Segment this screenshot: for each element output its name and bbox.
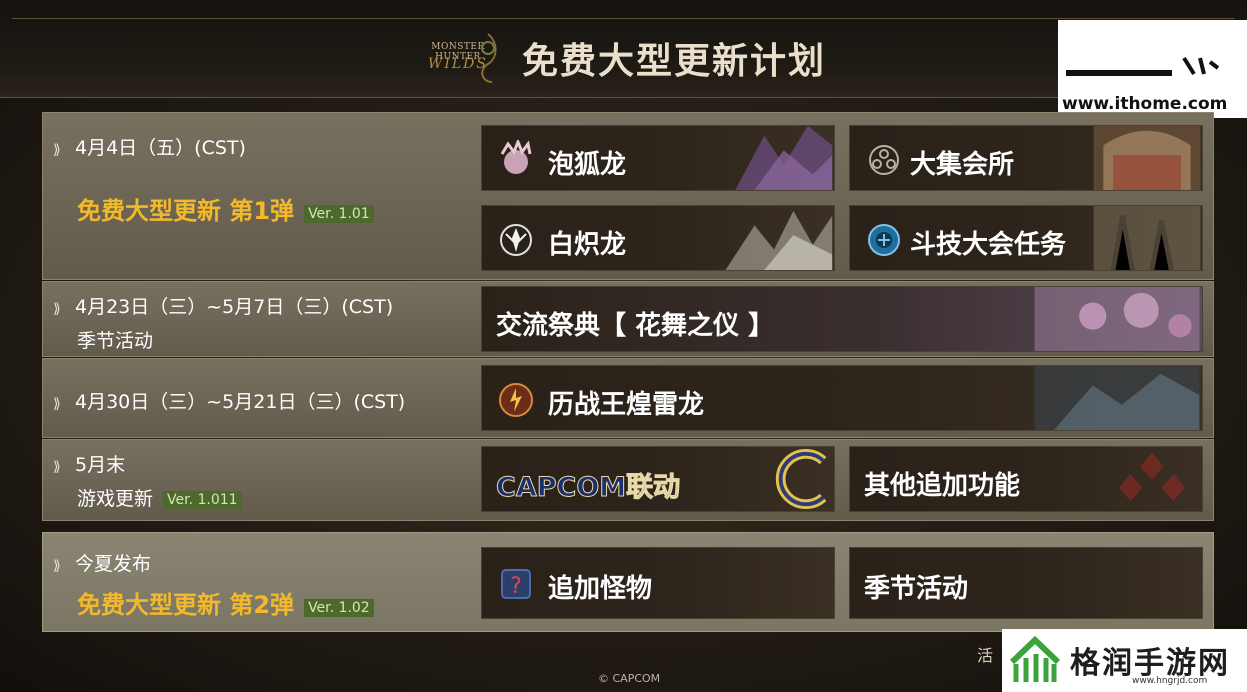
card-festival[interactable]: 交流祭典【 花舞之仪 】 (481, 286, 1203, 352)
version-badge: Ver. 1.02 (304, 598, 374, 617)
footer-note: 活 (977, 646, 994, 665)
watermark-url: www.ithome.com (1062, 94, 1228, 114)
card-seasonal-event[interactable]: 季节活动 (849, 547, 1203, 619)
monster-crest-icon (500, 140, 532, 174)
thunder-crest-icon (499, 383, 533, 417)
row-arrow-icon: ⟫ (53, 558, 61, 574)
card-baichilong[interactable]: 白炽龙 (481, 205, 835, 271)
card-additional-monster[interactable]: ? 追加怪物 (481, 547, 835, 619)
card-label: 其他追加功能 (864, 471, 1021, 501)
card-label: 季节活动 (864, 574, 969, 604)
date-text: 4月4日（五）(CST) (75, 137, 246, 159)
hub-emblem-icon (869, 145, 899, 175)
logo-emblem-icon (481, 33, 497, 83)
card-label: 白炽龙 (548, 230, 627, 260)
update-title: 免费大型更新 第2弹 (77, 591, 295, 619)
update-title: 游戏更新 (77, 488, 154, 510)
card-label: 大集会所 (910, 150, 1015, 180)
mystery-monster-icon: ? (501, 569, 531, 599)
date-text: 5月末 (75, 454, 126, 476)
schedule-row-5: ⟫ 今夏发布 免费大型更新 第2弹 Ver. 1.02 ? 追加怪物 季节活动 (42, 532, 1214, 632)
card-label: 交流祭典【 花舞之仪 】 (496, 311, 775, 341)
monster-art-icon (735, 126, 833, 190)
row-subtitle: 免费大型更新 第1弹 Ver. 1.01 (77, 191, 374, 226)
card-arena-quests[interactable]: 斗技大会任务 (849, 205, 1203, 271)
event-type: 季节活动 (77, 330, 154, 352)
card-grand-hub[interactable]: 大集会所 (849, 125, 1203, 191)
row-date: ⟫ 5月末 (53, 450, 125, 477)
svg-text:?: ? (510, 574, 522, 599)
white-flame-crest-icon (500, 224, 532, 256)
card-tempered-arkveld[interactable]: 历战王煌雷龙 (481, 365, 1203, 431)
card-label: 历战王煌雷龙 (548, 390, 705, 420)
date-text: 4月30日（三）~5月21日（三）(CST) (75, 391, 406, 413)
schedule-row-2: ⟫ 4月23日（三）~5月7日（三）(CST) 季节活动 交流祭典【 花舞之仪 】 (42, 281, 1214, 357)
card-label: 追加怪物 (548, 574, 653, 604)
row-arrow-icon: ⟫ (53, 142, 61, 158)
row-date: ⟫ 4月30日（三）~5月21日（三）(CST) (53, 387, 405, 414)
update-title: 免费大型更新 第1弹 (77, 197, 295, 225)
watermark-dash (1066, 70, 1172, 76)
date-text: 4月23日（三）~5月7日（三）(CST) (75, 296, 394, 318)
brand-logo-icon (1009, 635, 1061, 682)
watermark-glyph-icon (1182, 56, 1220, 76)
row-arrow-icon: ⟫ (53, 459, 61, 475)
version-badge: Ver. 1.01 (304, 204, 374, 223)
card-label: CAPCOM联动 (495, 472, 681, 504)
festival-art-icon (1034, 287, 1200, 351)
monster-hunter-logo: MONSTER HUNTER WILDS (408, 28, 508, 88)
schedule-row-1: ⟫ 4月4日（五）(CST) 免费大型更新 第1弹 Ver. 1.01 泡狐龙 大集… (42, 112, 1214, 280)
schedule-row-4: ⟫ 5月末 游戏更新 Ver. 1.011 CAPCOM联动 其他追加功能 (42, 439, 1214, 521)
arena-emblem-icon (868, 224, 900, 256)
card-capcom-collab[interactable]: CAPCOM联动 (481, 446, 835, 512)
row-subtitle: 免费大型更新 第2弹 Ver. 1.02 (77, 585, 374, 620)
features-emblem-icon (1119, 452, 1185, 502)
arena-art-icon (1093, 206, 1201, 270)
row-date: ⟫ 4月23日（三）~5月7日（三）(CST) (53, 292, 393, 319)
header-divider (12, 18, 1235, 19)
card-label: 泡狐龙 (548, 150, 627, 180)
hub-art-icon (1093, 126, 1201, 190)
monster-art-icon (725, 210, 833, 270)
row-arrow-icon: ⟫ (53, 301, 61, 317)
copyright: © CAPCOM (598, 672, 661, 685)
row-date: ⟫ 今夏发布 (53, 549, 151, 576)
card-other-features[interactable]: 其他追加功能 (849, 446, 1203, 512)
page-title: 免费大型更新计划 (522, 41, 827, 82)
monster-art-icon (1034, 366, 1200, 430)
capcom-c-logo-icon (775, 449, 827, 509)
row-subtitle: 季节活动 (77, 326, 153, 353)
card-label: 斗技大会任务 (910, 230, 1067, 260)
row-subtitle: 游戏更新 Ver. 1.011 (77, 484, 242, 511)
schedule-row-3: ⟫ 4月30日（三）~5月21日（三）(CST) 历战王煌雷龙 (42, 358, 1214, 438)
brand-url: www.hngrjd.com (1132, 676, 1208, 686)
version-badge: Ver. 1.011 (163, 490, 242, 509)
date-text: 今夏发布 (75, 553, 152, 575)
row-arrow-icon: ⟫ (53, 396, 61, 412)
row-date: ⟫ 4月4日（五）(CST) (53, 133, 246, 160)
card-paohulong[interactable]: 泡狐龙 (481, 125, 835, 191)
